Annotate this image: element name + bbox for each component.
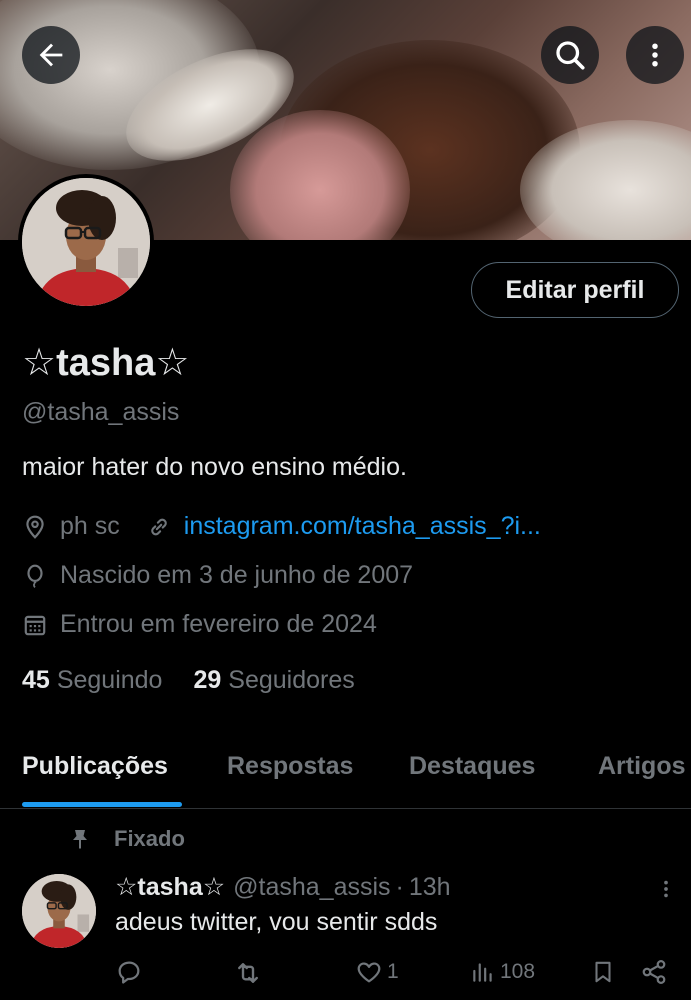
post-text: adeus twitter, vou sentir sdds: [115, 908, 438, 936]
avatar-image: [22, 178, 150, 306]
pin-icon: [73, 830, 87, 849]
share-icon: [642, 960, 666, 984]
profile-bio: maior hater do novo ensino médio.: [22, 453, 407, 481]
post-author-handle[interactable]: @tasha_assis: [233, 873, 390, 902]
post-header: ☆tasha☆ @tasha_assis · 13h: [115, 872, 451, 902]
location-icon: [26, 515, 44, 539]
calendar-icon: [24, 615, 46, 635]
reply-button[interactable]: [115, 958, 147, 986]
pinned-text: Fixado: [114, 826, 185, 851]
profile-tabs: Publicações Respostas Destaques Artigos: [0, 740, 691, 809]
link-icon: [150, 518, 167, 535]
post-avatar[interactable]: [22, 874, 96, 948]
location-text: ph sc: [60, 512, 120, 540]
post-separator: ·: [395, 872, 404, 901]
birthday-text: Nascido em 3 de junho de 2007: [60, 561, 414, 589]
balloon-icon: [27, 564, 43, 588]
post-more-button[interactable]: [655, 876, 677, 907]
user-handle: @tasha_assis: [22, 398, 180, 426]
reply-icon: [118, 961, 140, 984]
share-button[interactable]: [640, 958, 672, 986]
views-button[interactable]: 108: [470, 958, 535, 986]
tab-publicacoes[interactable]: Publicações: [22, 752, 168, 781]
like-count: 1: [387, 960, 399, 983]
arrow-left-icon: [39, 43, 63, 67]
display-name: ☆tasha☆: [22, 342, 190, 384]
followers-count: 29: [193, 666, 222, 694]
followers-link[interactable]: 29 Seguidores: [193, 666, 354, 695]
views-icon: [473, 963, 492, 982]
follow-stats: 45 Seguindo 29 Seguidores: [22, 666, 355, 695]
following-count: 45: [22, 666, 50, 694]
active-tab-indicator: [22, 802, 182, 807]
following-label: Seguindo: [56, 666, 163, 694]
joined-text: Entrou em fevereiro de 2024: [60, 610, 377, 638]
website-link[interactable]: instagram.com/tasha_assis_?i...: [184, 512, 541, 541]
heart-icon: [357, 962, 381, 983]
more-vertical-icon: [664, 880, 668, 898]
location-website-row: ph sc instagram.com/tasha_assis_?i...: [22, 512, 541, 541]
profile-avatar[interactable]: [18, 174, 154, 310]
back-button[interactable]: [22, 26, 80, 84]
bookmark-button[interactable]: [590, 958, 620, 986]
tab-respostas[interactable]: Respostas: [227, 752, 353, 781]
post-time[interactable]: 13h: [409, 873, 451, 902]
pinned-label: Fixado: [68, 826, 185, 852]
search-icon: [556, 41, 585, 70]
repost-icon: [238, 963, 258, 983]
birthday-row: Nascido em 3 de junho de 2007: [22, 561, 413, 590]
edit-profile-button[interactable]: Editar perfil: [471, 262, 679, 318]
tab-artigos[interactable]: Artigos: [598, 752, 686, 781]
following-link[interactable]: 45 Seguindo: [22, 666, 162, 695]
views-count: 108: [500, 960, 536, 983]
repost-button[interactable]: [233, 958, 267, 988]
post-author-name[interactable]: ☆tasha☆: [115, 872, 225, 902]
more-vertical-icon: [652, 43, 658, 67]
search-button[interactable]: [541, 26, 599, 84]
like-button[interactable]: 1: [355, 958, 399, 986]
joined-row: Entrou em fevereiro de 2024: [22, 610, 377, 639]
followers-label: Seguidores: [228, 666, 355, 694]
bookmark-icon: [595, 961, 611, 983]
post-avatar-image: [22, 874, 96, 948]
tab-destaques[interactable]: Destaques: [409, 752, 535, 781]
more-button[interactable]: [626, 26, 684, 84]
